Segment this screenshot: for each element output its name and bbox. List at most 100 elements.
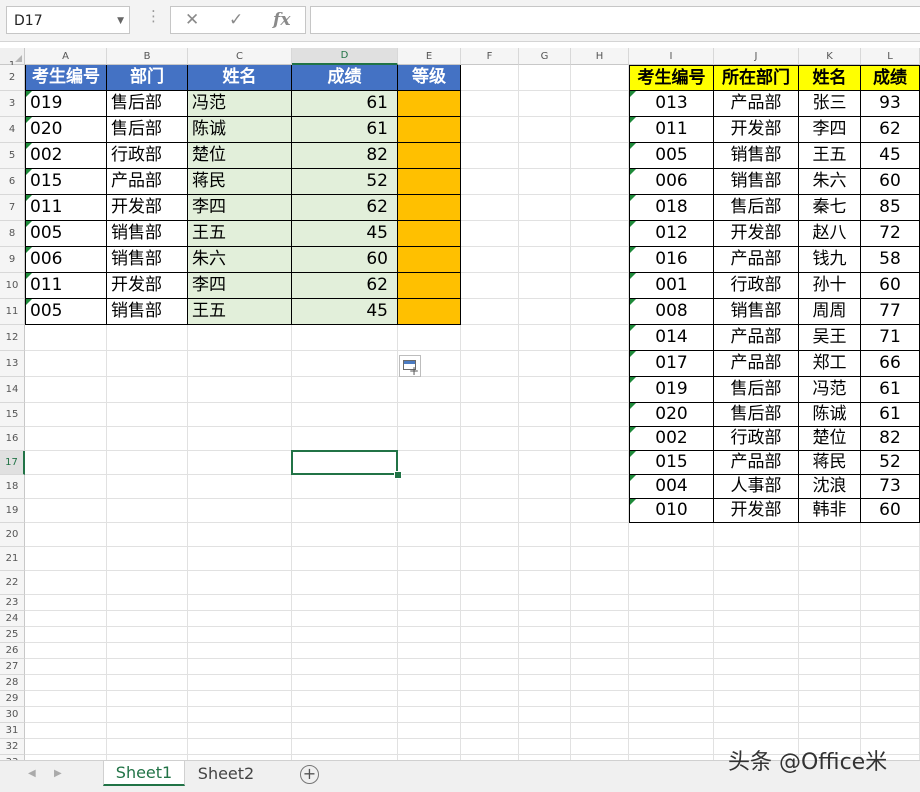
row-header-8[interactable]: 8	[0, 221, 25, 247]
data-cell-right[interactable]: 012	[629, 221, 714, 247]
data-cell-right[interactable]: 61	[861, 377, 920, 403]
data-cell-right[interactable]: 93	[861, 91, 920, 117]
data-cell-left[interactable]: 朱六	[188, 247, 292, 273]
row-header-3[interactable]: 3	[0, 91, 25, 117]
data-cell-right[interactable]: 韩非	[799, 499, 861, 523]
sheet-tab-sheet2[interactable]: Sheet2	[187, 761, 265, 786]
data-cell-right[interactable]: 58	[861, 247, 920, 273]
data-cell-left[interactable]: 李四	[188, 195, 292, 221]
data-cell-left[interactable]: 行政部	[107, 143, 188, 169]
row-header-19[interactable]: 19	[0, 499, 25, 523]
data-cell-right[interactable]: 售后部	[714, 403, 799, 427]
data-cell-left[interactable]: 61	[292, 91, 398, 117]
data-cell-right[interactable]: 019	[629, 377, 714, 403]
data-cell-right[interactable]: 72	[861, 221, 920, 247]
data-cell-right[interactable]: 楚位	[799, 427, 861, 451]
data-cell-right[interactable]: 开发部	[714, 221, 799, 247]
row-header-21[interactable]: 21	[0, 547, 25, 571]
data-cell-left[interactable]: 019	[25, 91, 107, 117]
data-cell-right[interactable]: 018	[629, 195, 714, 221]
paste-options-icon[interactable]	[399, 355, 421, 378]
data-cell-right[interactable]: 冯范	[799, 377, 861, 403]
data-cell-right[interactable]: 赵八	[799, 221, 861, 247]
data-cell-left[interactable]: 开发部	[107, 195, 188, 221]
data-cell-left[interactable]: 蒋民	[188, 169, 292, 195]
data-cell-left[interactable]: 销售部	[107, 247, 188, 273]
data-cell-left[interactable]	[398, 91, 461, 117]
data-cell-right[interactable]: 行政部	[714, 427, 799, 451]
cancel-icon[interactable]: ✕	[185, 10, 199, 30]
data-cell-right[interactable]: 销售部	[714, 169, 799, 195]
data-cell-left[interactable]: 售后部	[107, 91, 188, 117]
data-cell-right[interactable]: 周周	[799, 299, 861, 325]
data-cell-right[interactable]: 60	[861, 169, 920, 195]
data-cell-left[interactable]: 产品部	[107, 169, 188, 195]
column-header-c[interactable]: C	[188, 48, 292, 65]
data-cell-right[interactable]: 71	[861, 325, 920, 351]
data-cell-right[interactable]: 001	[629, 273, 714, 299]
data-cell-right[interactable]: 010	[629, 499, 714, 523]
data-cell-right[interactable]: 004	[629, 475, 714, 499]
column-header-f[interactable]: F	[461, 48, 519, 65]
data-cell-left[interactable]: 005	[25, 299, 107, 325]
data-cell-right[interactable]: 82	[861, 427, 920, 451]
row-header-27[interactable]: 27	[0, 659, 25, 675]
header-cell-right[interactable]: 所在部门	[714, 65, 799, 91]
data-cell-left[interactable]: 002	[25, 143, 107, 169]
data-cell-right[interactable]: 014	[629, 325, 714, 351]
data-cell-right[interactable]: 郑工	[799, 351, 861, 377]
data-cell-left[interactable]: 62	[292, 273, 398, 299]
row-header-6[interactable]: 6	[0, 169, 25, 195]
data-cell-left[interactable]: 楚位	[188, 143, 292, 169]
row-header-14[interactable]: 14	[0, 377, 25, 403]
data-cell-left[interactable]	[398, 195, 461, 221]
row-header-16[interactable]: 16	[0, 427, 25, 451]
header-cell-left[interactable]: 考生编号	[25, 65, 107, 91]
row-header-25[interactable]: 25	[0, 627, 25, 643]
data-cell-left[interactable]: 销售部	[107, 221, 188, 247]
row-header-15[interactable]: 15	[0, 403, 25, 427]
data-cell-right[interactable]: 朱六	[799, 169, 861, 195]
spreadsheet-grid[interactable]: ABCDEFGHIJKL1234567891011121314151617181…	[0, 48, 920, 760]
data-cell-left[interactable]: 011	[25, 273, 107, 299]
data-cell-right[interactable]: 钱九	[799, 247, 861, 273]
data-cell-right[interactable]: 售后部	[714, 377, 799, 403]
column-header-d[interactable]: D	[292, 48, 398, 65]
row-header-7[interactable]: 7	[0, 195, 25, 221]
data-cell-right[interactable]: 吴王	[799, 325, 861, 351]
column-header-i[interactable]: I	[629, 48, 714, 65]
data-cell-left[interactable]: 011	[25, 195, 107, 221]
row-header-17[interactable]: 17	[0, 451, 25, 475]
data-cell-left[interactable]: 冯范	[188, 91, 292, 117]
column-header-e[interactable]: E	[398, 48, 461, 65]
data-cell-right[interactable]: 售后部	[714, 195, 799, 221]
data-cell-left[interactable]: 王五	[188, 221, 292, 247]
data-cell-left[interactable]	[398, 273, 461, 299]
data-cell-left[interactable]: 销售部	[107, 299, 188, 325]
data-cell-left[interactable]	[398, 169, 461, 195]
data-cell-right[interactable]: 002	[629, 427, 714, 451]
data-cell-left[interactable]	[398, 143, 461, 169]
insert-function-icon[interactable]: fx	[273, 10, 290, 30]
column-header-b[interactable]: B	[107, 48, 188, 65]
data-cell-left[interactable]: 61	[292, 117, 398, 143]
data-cell-right[interactable]: 张三	[799, 91, 861, 117]
column-header-k[interactable]: K	[799, 48, 861, 65]
scroll-tabs-left-icon[interactable]: ◀	[28, 768, 36, 779]
data-cell-right[interactable]: 孙十	[799, 273, 861, 299]
data-cell-left[interactable]: 售后部	[107, 117, 188, 143]
data-cell-right[interactable]: 45	[861, 143, 920, 169]
data-cell-right[interactable]: 016	[629, 247, 714, 273]
data-cell-right[interactable]: 60	[861, 273, 920, 299]
header-cell-right[interactable]: 考生编号	[629, 65, 714, 91]
data-cell-right[interactable]: 77	[861, 299, 920, 325]
row-header-18[interactable]: 18	[0, 475, 25, 499]
data-cell-left[interactable]: 王五	[188, 299, 292, 325]
row-header-23[interactable]: 23	[0, 595, 25, 611]
row-header-5[interactable]: 5	[0, 143, 25, 169]
data-cell-right[interactable]: 011	[629, 117, 714, 143]
row-header-13[interactable]: 13	[0, 351, 25, 377]
header-cell-left[interactable]: 成绩	[292, 65, 398, 91]
column-header-h[interactable]: H	[571, 48, 629, 65]
data-cell-left[interactable]: 020	[25, 117, 107, 143]
